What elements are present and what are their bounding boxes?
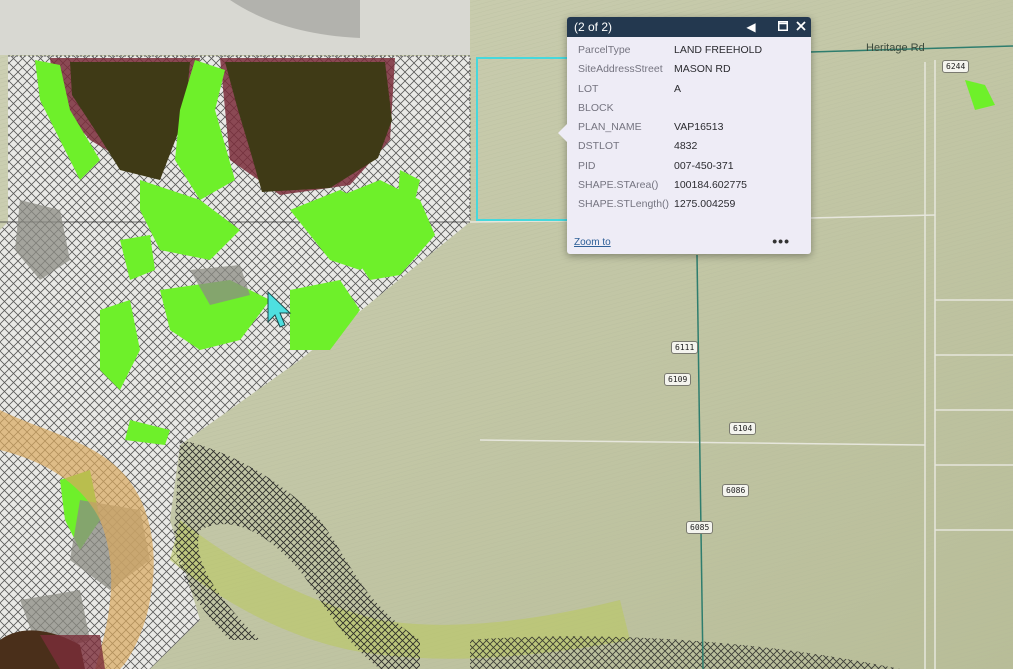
zoom-to-link[interactable]: Zoom to	[574, 237, 611, 248]
attribute-key: DSTLOT	[578, 140, 620, 153]
attribute-key: ParcelType	[578, 44, 631, 56]
attribute-key: PID	[578, 159, 596, 172]
terrain-relief	[0, 0, 470, 55]
attribute-key: SHAPE.STArea()	[578, 179, 659, 192]
address-label: 6109	[664, 373, 692, 386]
popup-pointer	[558, 124, 567, 142]
map-canvas[interactable]	[0, 0, 1013, 669]
attribute-value: LAND FREEHOLD	[674, 44, 763, 56]
address-label: 6085	[686, 521, 714, 534]
attribute-key: SiteAddressStreet	[578, 63, 663, 76]
attribute-value: A	[674, 82, 682, 95]
attribute-value: 4832	[674, 140, 698, 153]
attribute-value: 007-450-371	[674, 159, 734, 172]
close-icon[interactable]	[793, 19, 809, 35]
address-label: 6104	[729, 422, 757, 435]
attribute-key: SHAPE.STLength()	[578, 198, 670, 211]
popup-feature-count: (2 of 2)	[574, 20, 613, 34]
previous-icon[interactable]: ◀	[743, 19, 759, 35]
address-label: 6111	[671, 341, 699, 354]
road-label-heritage: Heritage Rd	[866, 42, 925, 54]
attribute-key: BLOCK	[578, 101, 614, 114]
attribute-key: LOT	[578, 82, 599, 95]
address-label: 6244	[942, 60, 970, 73]
attribute-value: MASON RD	[674, 63, 731, 76]
feature-popup: (2 of 2) ◀ ParcelType LAND FREEHOLD Site…	[558, 17, 811, 254]
attribute-value: 100184.602775	[674, 179, 747, 192]
attribute-value: VAP16513	[674, 121, 724, 134]
popup-header: (2 of 2) ◀	[567, 17, 811, 37]
more-options-button[interactable]: •••	[772, 233, 790, 249]
maximize-icon[interactable]	[775, 19, 791, 35]
address-label: 6086	[722, 484, 750, 497]
attribute-key: PLAN_NAME	[578, 121, 642, 134]
attribute-value: 1275.004259	[674, 198, 736, 211]
